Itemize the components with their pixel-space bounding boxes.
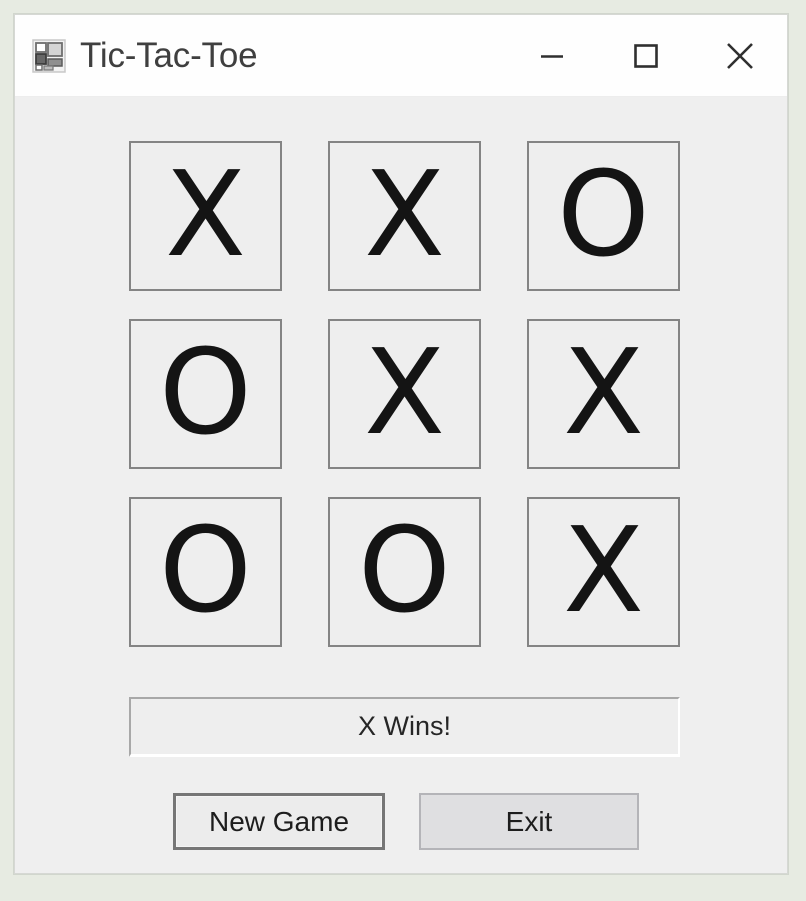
board-cell-1[interactable]: X <box>328 141 481 291</box>
close-button[interactable] <box>693 15 787 96</box>
cell-mark: O <box>159 323 252 461</box>
board-cell-8[interactable]: X <box>527 497 680 647</box>
maximize-button[interactable] <box>599 15 693 96</box>
minimize-button[interactable] <box>505 15 599 96</box>
board-cell-6[interactable]: O <box>129 497 282 647</box>
board-cell-4[interactable]: X <box>328 319 481 469</box>
board-cell-5[interactable]: X <box>527 319 680 469</box>
status-textbox: X Wins! <box>129 697 680 757</box>
board-cell-2[interactable]: O <box>527 141 680 291</box>
cell-mark: X <box>563 501 644 639</box>
window-title: Tic-Tac-Toe <box>80 35 258 75</box>
title-bar[interactable]: Tic-Tac-Toe <box>15 15 787 97</box>
cell-mark: X <box>165 145 246 283</box>
board-cell-7[interactable]: O <box>328 497 481 647</box>
client-area: X X O O X X O O X X Wins! New Game Exit <box>15 97 787 873</box>
cell-mark: X <box>364 323 445 461</box>
cell-mark: X <box>364 145 445 283</box>
cell-mark: O <box>557 145 650 283</box>
cell-mark: X <box>563 323 644 461</box>
cell-mark: O <box>159 501 252 639</box>
winforms-app-icon <box>32 38 66 73</box>
new-game-button[interactable]: New Game <box>173 793 385 850</box>
window-controls <box>505 15 787 96</box>
close-icon <box>721 37 759 75</box>
application-window: Tic-Tac-Toe X X O O X X O O X X Wins! Ne… <box>14 14 788 874</box>
cell-mark: O <box>358 501 451 639</box>
status-message: X Wins! <box>357 711 451 741</box>
tic-tac-toe-board: X X O O X X O O X <box>129 141 680 647</box>
exit-button[interactable]: Exit <box>419 793 639 850</box>
minimize-icon <box>535 39 569 73</box>
board-cell-3[interactable]: O <box>129 319 282 469</box>
button-row: New Game Exit <box>173 793 639 850</box>
board-cell-0[interactable]: X <box>129 141 282 291</box>
maximize-icon <box>629 39 663 73</box>
